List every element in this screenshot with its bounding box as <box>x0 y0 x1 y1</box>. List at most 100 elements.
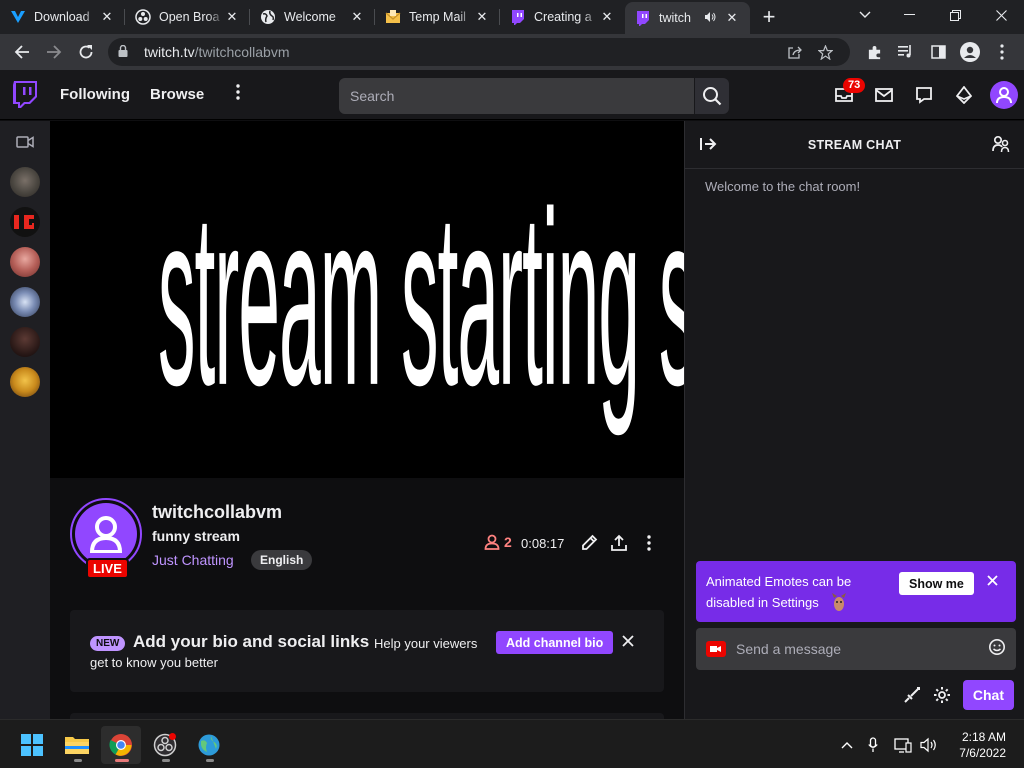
start-button[interactable] <box>12 726 52 764</box>
taskbar-app[interactable] <box>189 726 229 764</box>
share-icon[interactable] <box>780 45 810 59</box>
send-chat-button[interactable]: Chat <box>962 680 1014 710</box>
minimize-button[interactable] <box>886 0 932 30</box>
windows-start-icon <box>21 734 43 756</box>
taskbar-chrome[interactable] <box>101 726 141 764</box>
close-icon[interactable] <box>987 573 998 591</box>
browser-tab-twitch-active[interactable]: twitch ✕ <box>625 2 750 34</box>
address-bar[interactable]: twitch.tv/twitchcollabvm <box>108 38 850 66</box>
animated-emotes-promo: Animated Emotes can be disabled in Setti… <box>696 561 1016 622</box>
edit-pencil-icon[interactable] <box>578 532 600 554</box>
browser-tab-tempmail[interactable]: Temp Mail ✕ <box>375 0 500 34</box>
chat-settings-gear-icon[interactable] <box>927 680 957 710</box>
close-icon[interactable] <box>622 632 634 652</box>
tray-overflow-chevron-icon[interactable] <box>836 741 858 749</box>
browser-tab-obs[interactable]: Open Broa ✕ <box>125 0 250 34</box>
followed-channel-avatar[interactable] <box>10 327 40 357</box>
restore-button[interactable] <box>932 0 978 30</box>
tab-search-chevron-icon[interactable] <box>844 0 886 30</box>
whispers-button[interactable] <box>904 70 944 120</box>
followed-channel-avatar[interactable] <box>10 167 40 197</box>
tab-close-icon[interactable]: ✕ <box>724 10 740 26</box>
language-tag[interactable]: English <box>251 550 313 570</box>
bio-prompt-card: NEW Add your bio and social links Help y… <box>70 610 664 692</box>
new-badge: NEW <box>90 636 126 651</box>
app-root: Download ✕ Open Broa ✕ Welcome ✕ Temp Ma… <box>0 0 1024 768</box>
chat-header-title: STREAM CHAT <box>807 137 902 152</box>
followed-channel-avatar[interactable] <box>10 247 40 277</box>
browser-tab-creating[interactable]: Creating a ✕ <box>500 0 625 34</box>
whispers-inbox-button[interactable] <box>864 70 904 120</box>
profile-icon[interactable] <box>954 36 986 68</box>
obs-favicon-icon <box>135 9 151 25</box>
media-control-icon[interactable] <box>890 36 922 68</box>
more-options-kebab-icon[interactable] <box>638 532 660 554</box>
chat-message-input[interactable] <box>736 641 988 657</box>
search-button[interactable] <box>695 78 729 114</box>
nav-browse[interactable]: Browse <box>150 86 204 103</box>
network-icon[interactable] <box>888 737 918 753</box>
drops-sword-icon[interactable] <box>897 680 927 710</box>
video-camera-icon[interactable] <box>16 135 34 153</box>
taskbar-obs[interactable] <box>145 726 185 764</box>
chat-header: STREAM CHAT <box>685 121 1024 169</box>
tab-title: Download <box>34 10 90 24</box>
more-kebab-icon[interactable] <box>228 84 248 105</box>
new-tab-button[interactable]: + <box>752 0 786 34</box>
reload-button[interactable] <box>70 36 102 68</box>
stream-category-link[interactable]: Just Chatting <box>152 552 234 568</box>
bio-prompt-heading: Add your bio and social links <box>133 632 370 651</box>
browser-menu-kebab-icon[interactable] <box>986 36 1018 68</box>
notifications-button[interactable]: 73 <box>824 70 866 120</box>
microphone-icon[interactable] <box>858 736 888 753</box>
user-avatar <box>990 81 1018 109</box>
browser-tab-welcome[interactable]: Welcome ✕ <box>250 0 375 34</box>
tab-close-icon[interactable]: ✕ <box>349 9 365 25</box>
lock-icon[interactable] <box>118 44 132 60</box>
url-host: twitch.tv <box>144 44 195 60</box>
community-users-icon[interactable] <box>992 135 1010 158</box>
speaker-icon[interactable] <box>704 11 718 26</box>
extensions-puzzle-icon[interactable] <box>858 36 890 68</box>
reload-icon <box>79 45 93 59</box>
side-panel-icon[interactable] <box>922 36 954 68</box>
channel-name[interactable]: twitchcollabvm <box>152 502 282 523</box>
collapse-chat-icon[interactable] <box>699 135 717 158</box>
emote-picker-icon[interactable] <box>988 638 1006 661</box>
search-input[interactable] <box>339 78 694 114</box>
taskbar-file-explorer[interactable] <box>57 726 97 764</box>
followed-channels-sidebar <box>0 121 50 719</box>
stream-overlay-text: stream starting soon <box>158 159 684 437</box>
clock-date: 7/6/2022 <box>959 746 1006 760</box>
bookmark-star-icon[interactable] <box>810 44 840 60</box>
tab-close-icon[interactable]: ✕ <box>99 9 115 25</box>
add-channel-bio-button[interactable]: Add channel bio <box>496 631 614 654</box>
nav-following[interactable]: Following <box>60 86 130 103</box>
video-player[interactable]: stream starting soon <box>50 121 684 478</box>
followed-channel-avatar[interactable] <box>10 287 40 317</box>
default-user-icon <box>89 516 123 553</box>
show-me-button[interactable]: Show me <box>899 572 974 595</box>
tab-close-icon[interactable]: ✕ <box>474 9 490 25</box>
share-upload-icon[interactable] <box>608 532 630 554</box>
twitch-favicon-icon <box>510 9 526 25</box>
bits-button[interactable] <box>944 70 984 120</box>
followed-channel-avatar[interactable] <box>10 207 40 237</box>
taskbar-clock[interactable]: 2:18 AM 7/6/2022 <box>959 729 1006 761</box>
folder-icon <box>65 737 89 754</box>
user-menu-button[interactable] <box>984 70 1024 120</box>
followed-channel-avatar[interactable] <box>10 367 40 397</box>
browser-tab-download[interactable]: Download ✕ <box>0 0 125 34</box>
mail-favicon-icon <box>385 9 401 25</box>
browser-toolbar: twitch.tv/twitchcollabvm <box>0 34 1024 70</box>
video-emote-icon[interactable] <box>706 641 726 657</box>
user-avatar-icon <box>996 87 1012 104</box>
back-button[interactable] <box>6 36 38 68</box>
forward-button[interactable] <box>38 36 70 68</box>
tab-close-icon[interactable]: ✕ <box>224 9 240 25</box>
twitch-logo-icon[interactable] <box>0 80 50 109</box>
close-window-button[interactable] <box>978 0 1024 30</box>
tab-close-icon[interactable]: ✕ <box>599 9 615 25</box>
volume-icon[interactable] <box>918 737 940 753</box>
twitch-top-nav: Following Browse 73 <box>0 70 1024 120</box>
